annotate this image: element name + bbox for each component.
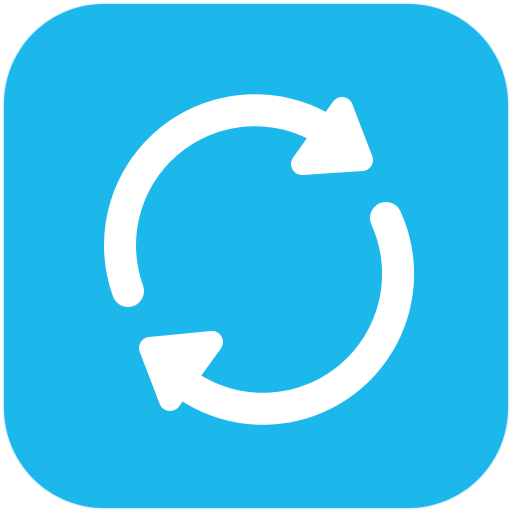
sync-arc-upper — [104, 94, 353, 307]
sync-arc-lower — [172, 202, 415, 425]
sync-refresh-icon — [104, 94, 415, 425]
